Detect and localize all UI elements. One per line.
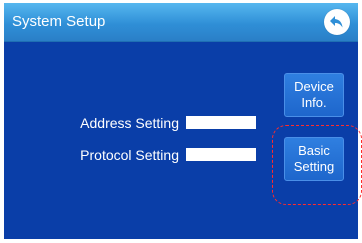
address-setting-input[interactable] [186,116,256,129]
main-panel: Address Setting Protocol Setting Device … [4,42,362,239]
device-info-button[interactable]: Device Info. [284,73,344,117]
device-info-label-line2: Info. [301,95,327,110]
protocol-setting-label: Protocol Setting [80,147,179,163]
page-title: System Setup [12,13,106,30]
title-bar: System Setup [4,3,358,42]
system-setup-screen: System Setup Address Setting Protocol Se… [0,0,362,243]
back-button[interactable] [324,9,350,35]
address-setting-label: Address Setting [80,115,179,131]
basic-setting-highlight [272,125,362,205]
back-arrow-icon [330,16,343,28]
device-info-label-line1: Device [294,79,334,94]
protocol-setting-input[interactable] [186,148,256,161]
